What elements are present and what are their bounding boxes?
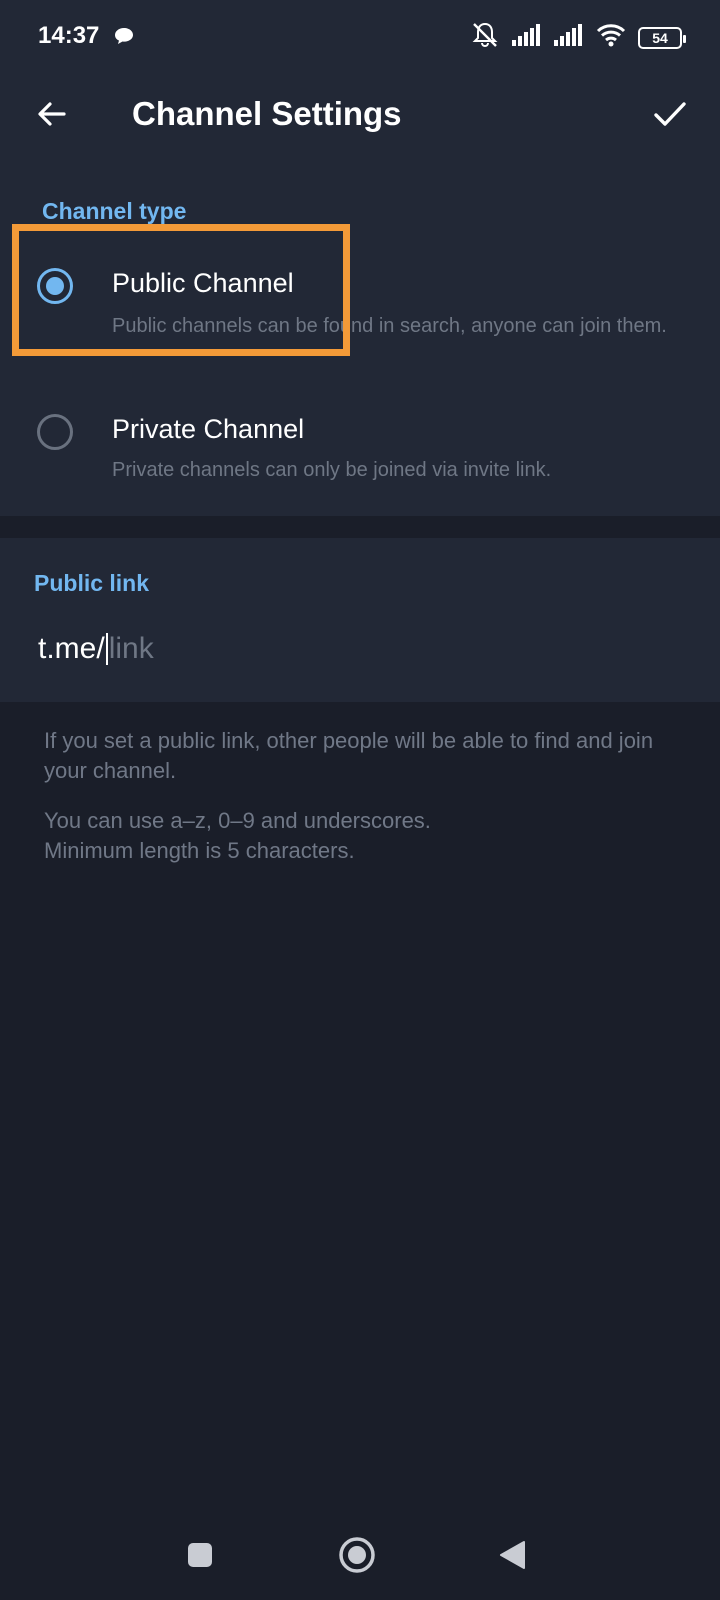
battery-icon: 54 xyxy=(638,26,686,49)
home-button[interactable] xyxy=(332,1530,382,1580)
status-time: 14:37 xyxy=(38,22,100,49)
wifi-icon xyxy=(596,23,626,52)
chat-bubble-icon xyxy=(114,26,134,51)
system-nav-bar xyxy=(0,1510,720,1600)
public-channel-option[interactable]: Public Channel Public channels can be fo… xyxy=(0,238,720,370)
public-channel-radio[interactable] xyxy=(37,268,73,304)
link-prefix: t.me/ xyxy=(38,632,105,665)
private-channel-option[interactable]: Private Channel Private channels can onl… xyxy=(0,384,720,504)
channel-type-label: Channel type xyxy=(42,198,187,224)
checkmark-icon xyxy=(654,102,686,126)
signal-icon xyxy=(554,24,584,51)
public-link-label: Public link xyxy=(34,570,150,596)
mute-icon xyxy=(470,20,500,55)
status-icons: 54 xyxy=(470,20,686,55)
status-bar: 14:37 54 xyxy=(0,0,720,72)
triangle-back-icon xyxy=(500,1541,525,1569)
back-button[interactable] xyxy=(30,92,74,136)
page-title: Channel Settings xyxy=(132,95,402,132)
arrow-left-icon xyxy=(38,102,66,126)
nav-back-button[interactable] xyxy=(488,1530,538,1580)
private-channel-description: Private channels can only be joined via … xyxy=(112,459,552,481)
channel-type-section: Channel type Public Channel Public chann… xyxy=(0,162,720,516)
app-header: Channel Settings xyxy=(0,72,720,162)
confirm-button[interactable] xyxy=(646,90,694,138)
text-caret xyxy=(105,633,108,665)
public-channel-title: Public Channel xyxy=(112,268,294,298)
help-text-characters: You can use a–z, 0–9 and underscores. xyxy=(44,808,431,833)
screen: 14:37 54 Channel Settings Channel type P… xyxy=(0,0,720,1600)
signal-icon xyxy=(512,24,542,51)
public-channel-description: Public channels can be found in search, … xyxy=(112,315,667,337)
circle-icon xyxy=(339,1537,375,1573)
help-text-min-length: Minimum length is 5 characters. xyxy=(44,838,355,863)
square-icon xyxy=(188,1543,212,1567)
help-text-rules: You can use a–z, 0–9 and underscores. Mi… xyxy=(44,806,684,866)
help-text-public-link: If you set a public link, other people w… xyxy=(44,728,654,783)
link-placeholder: link xyxy=(108,632,154,665)
private-channel-radio[interactable] xyxy=(37,414,73,450)
public-link-input[interactable]: t.me/ link xyxy=(38,632,154,666)
private-channel-title: Private Channel xyxy=(112,414,305,444)
recents-button[interactable] xyxy=(175,1530,225,1580)
public-link-section: Public link t.me/ link xyxy=(0,538,720,702)
